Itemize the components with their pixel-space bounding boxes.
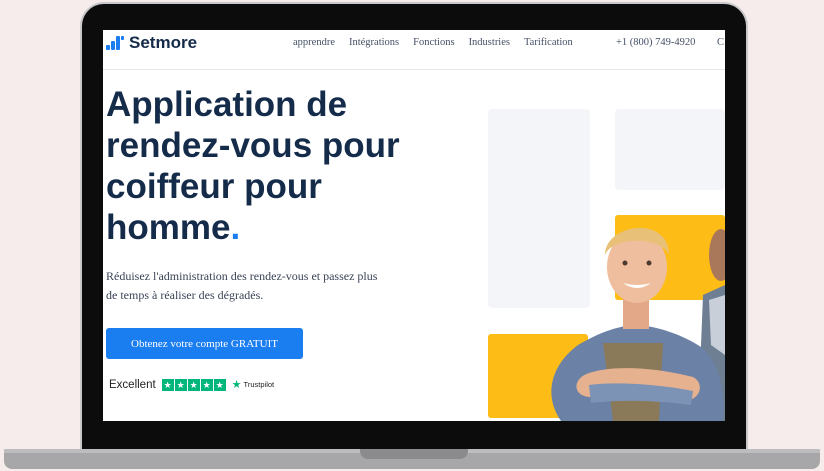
trustpilot-logo: ★ Trustpilot bbox=[232, 378, 274, 391]
logo-text: Setmore bbox=[129, 33, 198, 52]
trustpilot-rating[interactable]: Excellent ★ ★ ★ ★ ★ ★ Trustpilot bbox=[109, 378, 274, 391]
free-account-button[interactable]: Obtenez votre compte GRATUIT bbox=[106, 328, 303, 359]
hero-subtitle-line-1: Réduisez l'administration des rendez-vou… bbox=[106, 269, 378, 283]
setmore-bars-icon bbox=[106, 36, 124, 50]
phone-link[interactable]: +1 (800) 749-4920 bbox=[616, 37, 695, 48]
nav-item-industries[interactable]: Industries bbox=[469, 37, 510, 48]
star-icon: ★ bbox=[174, 378, 187, 391]
trustpilot-star-icon: ★ bbox=[231, 379, 242, 391]
star-rating: ★ ★ ★ ★ ★ bbox=[161, 378, 226, 391]
hero-subtitle: Réduisez l'administration des rendez-vou… bbox=[106, 267, 406, 305]
browser-screen: Setmore apprendre Intégrations Fonctions… bbox=[103, 30, 725, 421]
laptop-notch bbox=[360, 449, 468, 459]
placeholder-card bbox=[615, 109, 725, 190]
main-nav: apprendre Intégrations Fonctions Industr… bbox=[293, 37, 573, 48]
hero-subtitle-line-2: de temps à réaliser des dégradés. bbox=[106, 288, 264, 302]
site-header: Setmore apprendre Intégrations Fonctions… bbox=[103, 30, 725, 70]
hero-title-line-3: coiffeur pour bbox=[106, 167, 322, 206]
star-icon: ★ bbox=[161, 378, 174, 391]
hero-title-line-4: homme bbox=[106, 208, 231, 247]
trustpilot-brand: Trustpilot bbox=[243, 380, 275, 389]
hero-title-dot: . bbox=[230, 208, 241, 247]
logo[interactable]: Setmore bbox=[106, 33, 197, 53]
nav-item-integrations[interactable]: Intégrations bbox=[349, 37, 399, 48]
hero-title-line-1: Application de bbox=[106, 85, 348, 124]
star-icon: ★ bbox=[200, 378, 213, 391]
nav-item-fonctions[interactable]: Fonctions bbox=[413, 37, 454, 48]
rating-label: Excellent bbox=[109, 378, 156, 391]
nav-item-cut[interactable]: C bbox=[717, 37, 724, 48]
nav-item-apprendre[interactable]: apprendre bbox=[293, 37, 335, 48]
hero-title-line-2: rendez-vous pour bbox=[106, 126, 400, 165]
hero-title: Application de rendez-vous pour coiffeur… bbox=[106, 84, 426, 248]
star-icon: ★ bbox=[213, 378, 226, 391]
nav-item-tarification[interactable]: Tarification bbox=[524, 37, 573, 48]
star-icon: ★ bbox=[187, 378, 200, 391]
barber-photo bbox=[551, 227, 725, 421]
